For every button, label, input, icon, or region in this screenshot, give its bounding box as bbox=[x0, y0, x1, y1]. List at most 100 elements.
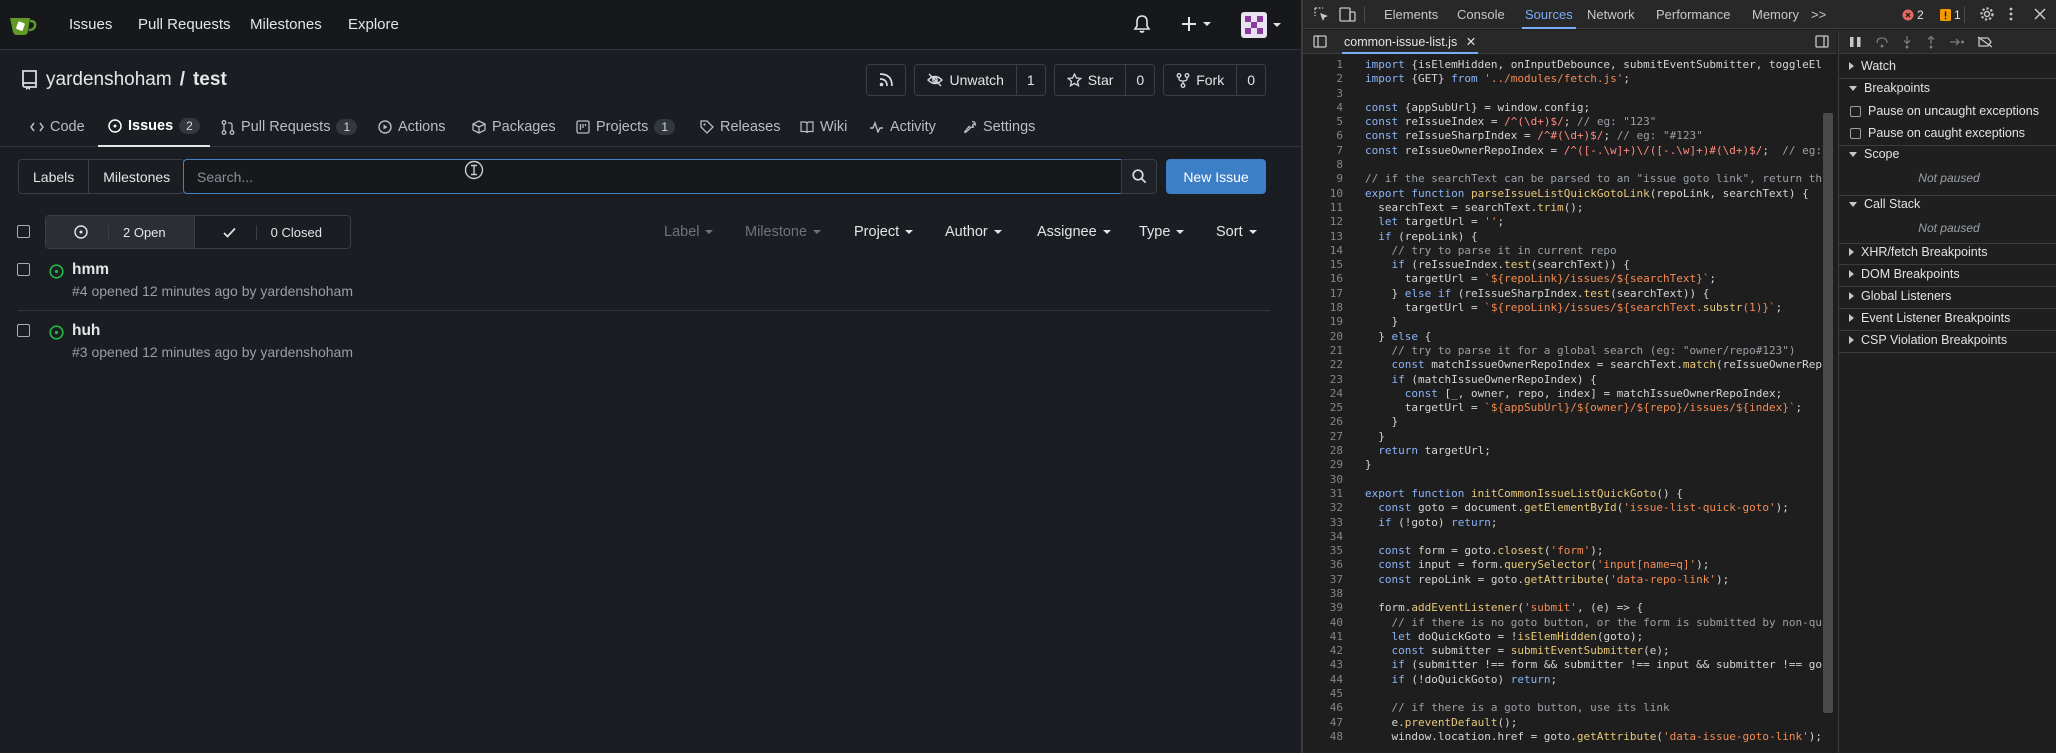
dom-breakpoints-toggle[interactable]: DOM Breakpoints bbox=[1849, 267, 1960, 281]
devtools-tab-sources[interactable]: Sources bbox=[1522, 0, 1576, 29]
section-divider bbox=[1839, 78, 2056, 79]
settings-gear-icon[interactable] bbox=[1979, 6, 1995, 22]
breakpoints-section-toggle[interactable]: Breakpoints bbox=[1849, 81, 1930, 95]
event-listener-breakpoints-toggle[interactable]: Event Listener Breakpoints bbox=[1849, 311, 2010, 325]
scope-section-toggle[interactable]: Scope bbox=[1849, 147, 1899, 161]
devtools-tab-memory[interactable]: Memory bbox=[1752, 0, 1799, 29]
code-editor[interactable]: 1 2 3 4 5 6 7 8 9 10 11 12 13 14 15 16 1… bbox=[1303, 55, 1837, 753]
star-button[interactable]: Star 0 bbox=[1053, 64, 1156, 96]
toggle-debugger-icon[interactable] bbox=[1815, 35, 1829, 48]
code-line: const reIssueOwnerRepoIndex = /^([-.\w]+… bbox=[1365, 143, 1823, 157]
tab-actions-label: Actions bbox=[398, 119, 446, 135]
code-line: if (repoLink) { bbox=[1378, 229, 1478, 243]
fork-count[interactable]: 0 bbox=[1236, 65, 1265, 95]
more-tabs-button[interactable]: >> bbox=[1811, 0, 1826, 29]
nav-pull-requests[interactable]: Pull Requests bbox=[138, 16, 231, 33]
global-listeners-toggle[interactable]: Global Listeners bbox=[1849, 289, 1951, 303]
watch-section-toggle[interactable]: Watch bbox=[1849, 59, 1896, 73]
bell-icon[interactable] bbox=[1133, 14, 1151, 34]
open-file-tab[interactable]: common-issue-list.js ✕ bbox=[1342, 30, 1479, 54]
issue-open-icon bbox=[49, 325, 64, 340]
error-counter[interactable]: 2 bbox=[1902, 8, 1924, 22]
avatar[interactable] bbox=[1241, 12, 1283, 38]
label-dropdown[interactable]: Label bbox=[664, 224, 714, 240]
milestone-dropdown[interactable]: Milestone bbox=[745, 224, 822, 240]
code-line: const form = goto.closest('form'); bbox=[1378, 544, 1604, 558]
xhr-breakpoints-toggle[interactable]: XHR/fetch Breakpoints bbox=[1849, 245, 1987, 259]
warning-counter[interactable]: 1 bbox=[1940, 8, 1961, 22]
devtools-tab-performance[interactable]: Performance bbox=[1656, 0, 1730, 29]
tab-actions[interactable]: Actions bbox=[378, 107, 446, 147]
code-line: import {GET} from '../modules/fetch.js'; bbox=[1365, 72, 1630, 86]
devtools-tab-network[interactable]: Network bbox=[1587, 0, 1635, 29]
pulse-icon bbox=[869, 121, 884, 133]
close-file-icon[interactable]: ✕ bbox=[1466, 35, 1476, 49]
pause-caught-checkbox[interactable] bbox=[1850, 127, 1861, 139]
search-button[interactable] bbox=[1121, 159, 1157, 194]
code-line: let targetUrl = ''; bbox=[1378, 215, 1505, 229]
devtools-tab-elements[interactable]: Elements bbox=[1384, 0, 1438, 29]
issue-title-link[interactable]: hmm bbox=[72, 261, 109, 279]
nav-explore[interactable]: Explore bbox=[348, 16, 399, 33]
tab-releases[interactable]: Releases bbox=[700, 107, 780, 147]
new-issue-button[interactable]: New Issue bbox=[1166, 159, 1266, 194]
step-over-icon[interactable] bbox=[1875, 36, 1889, 48]
rss-button[interactable] bbox=[866, 64, 907, 96]
close-devtools-icon[interactable] bbox=[2034, 8, 2046, 20]
pause-icon[interactable] bbox=[1849, 36, 1862, 48]
milestones-button[interactable]: Milestones bbox=[88, 160, 184, 193]
nav-milestones[interactable]: Milestones bbox=[250, 16, 322, 33]
issue-title-link[interactable]: huh bbox=[72, 322, 100, 340]
tab-code[interactable]: Code bbox=[30, 107, 85, 147]
tab-packages[interactable]: Packages bbox=[472, 107, 556, 147]
inspect-element-icon[interactable] bbox=[1314, 7, 1329, 22]
device-toggle-icon[interactable] bbox=[1339, 7, 1356, 22]
code-line: if (!doQuickGoto) return; bbox=[1391, 672, 1558, 686]
call-stack-section-toggle[interactable]: Call Stack bbox=[1849, 197, 1920, 211]
gitea-logo-icon[interactable] bbox=[8, 12, 38, 38]
step-into-icon[interactable] bbox=[1901, 35, 1913, 49]
repo-name-link[interactable]: test bbox=[193, 69, 227, 91]
tab-settings[interactable]: Settings bbox=[963, 107, 1035, 147]
toggle-navigator-icon[interactable] bbox=[1313, 35, 1327, 48]
fork-button[interactable]: Fork 0 bbox=[1163, 64, 1266, 96]
tab-issues[interactable]: Issues 2 bbox=[98, 107, 210, 147]
tab-activity[interactable]: Activity bbox=[869, 107, 936, 147]
type-dropdown[interactable]: Type bbox=[1139, 224, 1185, 240]
watch-count[interactable]: 1 bbox=[1015, 65, 1045, 95]
issue-checkbox[interactable] bbox=[17, 324, 30, 337]
step-icon[interactable] bbox=[1949, 36, 1965, 48]
code-content[interactable]: import {isElemHidden, onInputDebounce, s… bbox=[1365, 58, 1822, 744]
repo-tabs: Code Issues 2 Pull Requests 1 Actions Pa… bbox=[0, 107, 1301, 147]
plus-dropdown-icon[interactable] bbox=[1181, 15, 1213, 33]
issue-checkbox[interactable] bbox=[17, 263, 30, 276]
search-input[interactable] bbox=[184, 160, 1121, 193]
nav-issues[interactable]: Issues bbox=[69, 16, 112, 33]
select-all-checkbox[interactable] bbox=[17, 225, 30, 238]
code-line: if (matchIssueOwnerRepoIndex) { bbox=[1391, 372, 1597, 386]
step-out-icon[interactable] bbox=[1925, 35, 1937, 49]
tab-wiki[interactable]: Wiki bbox=[800, 107, 847, 147]
labels-button[interactable]: Labels bbox=[19, 160, 88, 193]
kebab-menu-icon[interactable] bbox=[2009, 7, 2013, 21]
editor-scrollbar[interactable] bbox=[1823, 113, 1833, 713]
deactivate-breakpoints-icon[interactable] bbox=[1977, 36, 1993, 48]
open-filter-button[interactable]: 2 Open bbox=[46, 216, 194, 248]
repo-owner-link[interactable]: yardenshoham bbox=[46, 69, 172, 91]
tab-projects[interactable]: Projects 1 bbox=[576, 107, 676, 147]
star-count[interactable]: 0 bbox=[1125, 65, 1154, 95]
pause-uncaught-checkbox[interactable] bbox=[1850, 105, 1861, 117]
project-dropdown[interactable]: Project bbox=[854, 224, 914, 240]
pause-caught-option[interactable]: Pause on caught exceptions bbox=[1850, 126, 2025, 140]
closed-filter-button[interactable]: 0 Closed bbox=[193, 216, 350, 248]
unwatch-button[interactable]: Unwatch 1 bbox=[914, 64, 1046, 96]
devtools-tab-console[interactable]: Console bbox=[1457, 0, 1505, 29]
assignee-dropdown[interactable]: Assignee bbox=[1037, 224, 1111, 240]
tab-pull-requests[interactable]: Pull Requests 1 bbox=[221, 107, 358, 147]
author-dropdown[interactable]: Author bbox=[945, 224, 1002, 240]
pause-uncaught-option[interactable]: Pause on uncaught exceptions bbox=[1850, 104, 2039, 118]
sort-dropdown[interactable]: Sort bbox=[1216, 224, 1257, 240]
csp-breakpoints-toggle[interactable]: CSP Violation Breakpoints bbox=[1849, 333, 2007, 347]
